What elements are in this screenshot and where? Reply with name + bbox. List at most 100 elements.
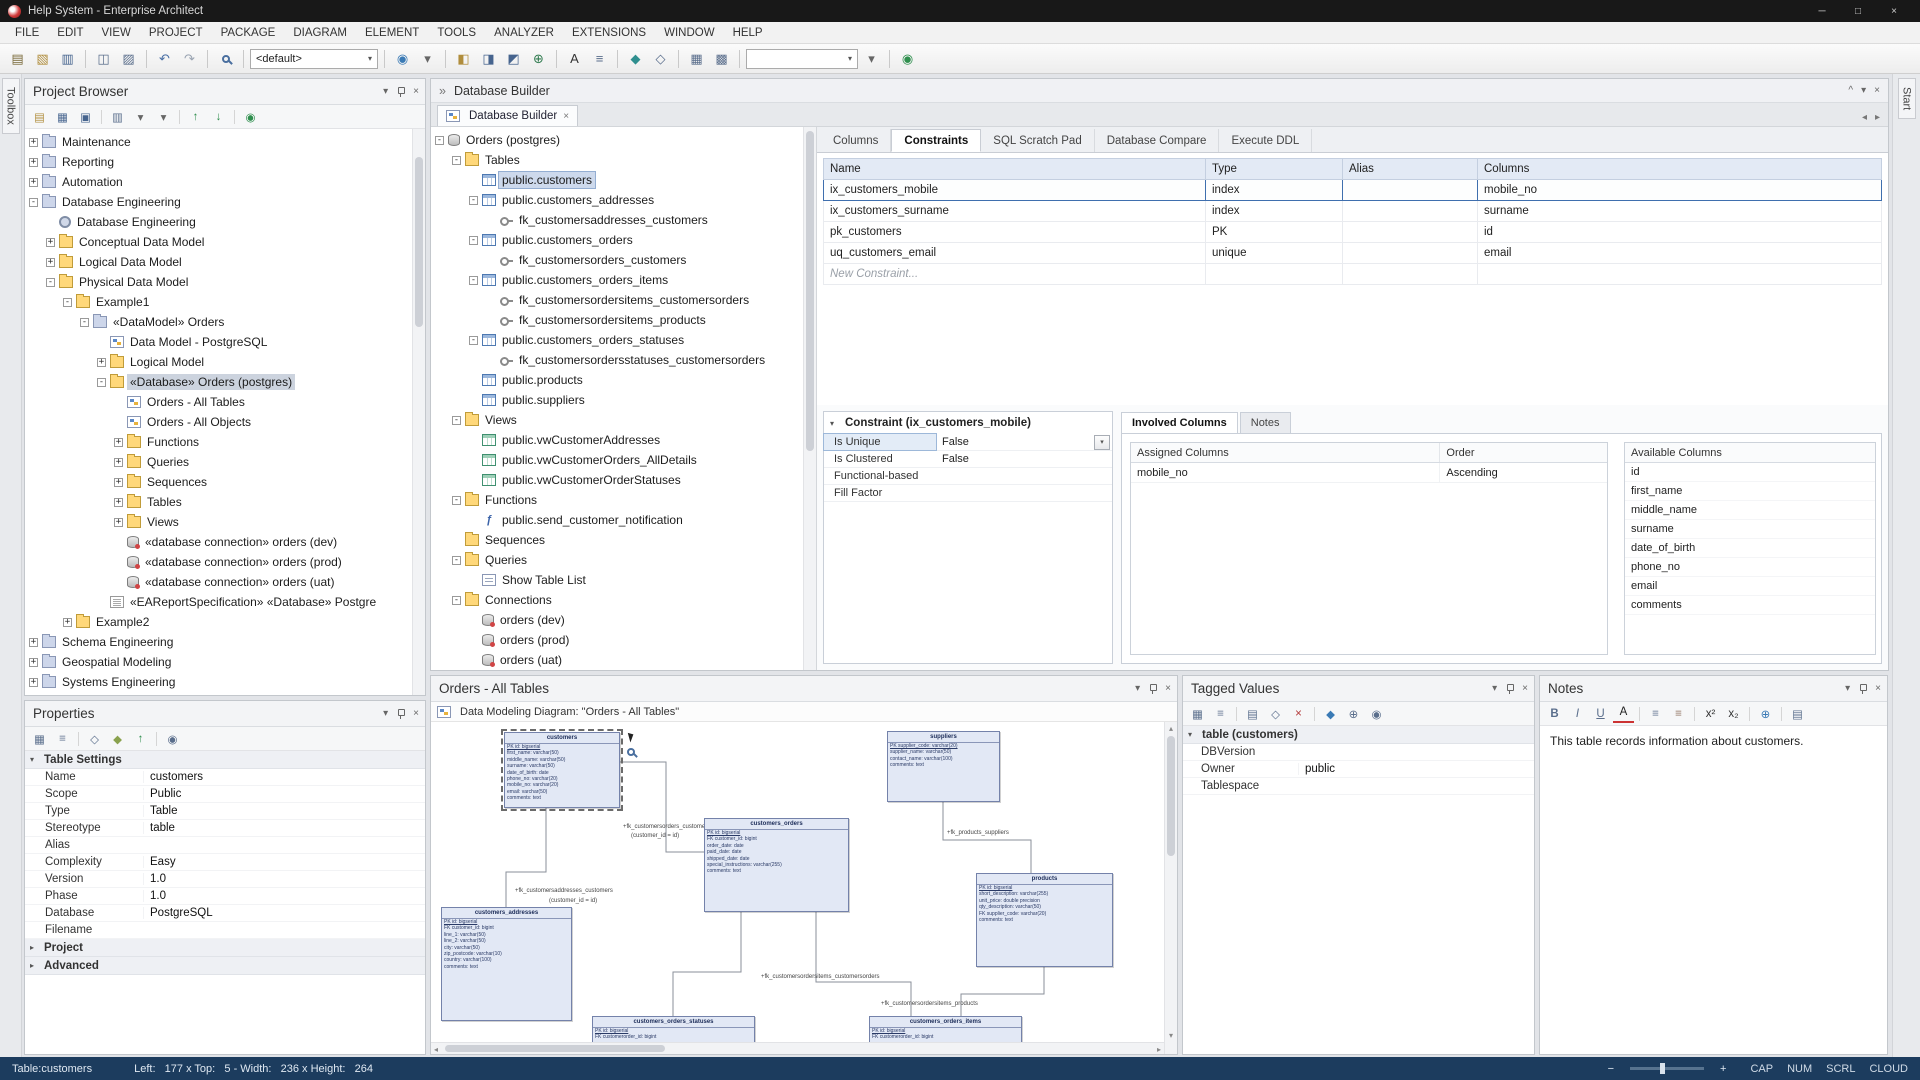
tag-help-icon[interactable]: ◉ xyxy=(1366,704,1387,723)
tree-item-public-vwcustomerorders-alldetails[interactable]: public.vwCustomerOrders_AllDetails xyxy=(431,450,816,470)
panel-close-icon[interactable]: × xyxy=(1522,683,1528,694)
property-row-phase[interactable]: Phase1.0 xyxy=(25,888,425,905)
document-generation-icon[interactable]: ▥ xyxy=(107,107,128,126)
pin-icon[interactable] xyxy=(1858,684,1867,694)
lock-element-icon[interactable]: ◆ xyxy=(107,729,128,748)
expand-icon[interactable]: + xyxy=(114,498,123,507)
new-package-icon[interactable]: ◧ xyxy=(452,48,475,70)
expand-icon[interactable]: + xyxy=(29,178,38,187)
bullet-list-icon[interactable]: ≡ xyxy=(1645,704,1666,723)
link-tag-icon[interactable]: ⊕ xyxy=(1343,704,1364,723)
tree-item-queries[interactable]: +Queries xyxy=(25,452,425,472)
pin-icon[interactable] xyxy=(396,87,405,97)
restore-defaults-icon[interactable]: ◇ xyxy=(84,729,105,748)
property-row-filename[interactable]: Filename xyxy=(25,922,425,939)
tree-item-fk-customersordersitems-products[interactable]: fk_customersordersitems_products xyxy=(431,310,816,330)
tree-item-eareportspecification-database-postgre[interactable]: «EAReportSpecification» «Database» Postg… xyxy=(25,592,425,612)
constraint-row-pk-customers[interactable]: pk_customersPKid xyxy=(824,222,1882,243)
tree-item-orders-postgres[interactable]: -Orders (postgres) xyxy=(431,130,816,150)
diagram-horizontal-scrollbar[interactable]: ◂▸ xyxy=(431,1042,1164,1054)
tree-item-public-customers-orders-items[interactable]: -public.customers_orders_items xyxy=(431,270,816,290)
property-row-version[interactable]: Version1.0 xyxy=(25,871,425,888)
expand-icon[interactable]: + xyxy=(114,518,123,527)
new-document-icon[interactable]: ▤ xyxy=(6,48,29,70)
tree-item-example2[interactable]: +Example2 xyxy=(25,612,425,632)
new-diagram-icon[interactable]: ▦ xyxy=(52,107,73,126)
menu-project[interactable]: PROJECT xyxy=(140,22,212,43)
tree-item-database-connection-orders-uat[interactable]: «database connection» orders (uat) xyxy=(25,572,425,592)
menu-diagram[interactable]: DIAGRAM xyxy=(284,22,356,43)
alphabetical-view-icon[interactable]: ≡ xyxy=(52,729,73,748)
tree-item-logical-data-model[interactable]: +Logical Data Model xyxy=(25,252,425,272)
perspective-combo[interactable]: <default>▾ xyxy=(250,49,378,69)
element-combo[interactable]: ▾ xyxy=(746,49,858,69)
assigned-column-row[interactable]: mobile_noAscending xyxy=(1131,463,1607,483)
menu-element[interactable]: ELEMENT xyxy=(356,22,428,43)
maximize-button[interactable]: □ xyxy=(1840,0,1876,22)
status-toggle-num[interactable]: NUM xyxy=(1787,1063,1812,1075)
move-down-icon[interactable]: ↓ xyxy=(208,107,229,126)
tree-item-public-send-customer-notification[interactable]: ƒpublic.send_customer_notification xyxy=(431,510,816,530)
tree-item-maintenance[interactable]: +Maintenance xyxy=(25,132,425,152)
zoom-in-icon[interactable]: + xyxy=(1720,1063,1726,1075)
collapse-icon[interactable]: - xyxy=(469,236,478,245)
column-header-columns[interactable]: Columns xyxy=(1478,159,1882,180)
collapse-icon[interactable]: - xyxy=(452,596,461,605)
tree-item-example1[interactable]: -Example1 xyxy=(25,292,425,312)
redo-icon[interactable]: ↷ xyxy=(178,48,201,70)
tree-item-reporting[interactable]: +Reporting xyxy=(25,152,425,172)
expand-icon[interactable]: + xyxy=(46,238,55,247)
tab-notes[interactable]: Notes xyxy=(1240,412,1291,433)
expand-icon[interactable]: + xyxy=(114,458,123,467)
available-column-phone-no[interactable]: phone_no xyxy=(1625,558,1875,577)
diagram-table-customers-addresses[interactable]: customers_addressesPK id: bigserialFK cu… xyxy=(441,907,572,1021)
panel-menu-icon[interactable]: ▾ xyxy=(1492,683,1497,694)
panel-close-icon[interactable]: × xyxy=(1165,683,1171,694)
tree-item-public-customers-orders-statuses[interactable]: -public.customers_orders_statuses xyxy=(431,330,816,350)
collapse-icon[interactable]: - xyxy=(452,556,461,565)
tagged-value-owner[interactable]: Ownerpublic xyxy=(1183,761,1534,778)
edit-tag-icon[interactable]: ◇ xyxy=(1265,704,1286,723)
start-tab[interactable]: Start xyxy=(1898,78,1916,119)
diagram-vertical-scrollbar[interactable]: ▴▾ xyxy=(1164,722,1177,1054)
numbered-list-icon[interactable]: ≡ xyxy=(1668,704,1689,723)
print-icon[interactable]: ▨ xyxy=(117,48,140,70)
tree-item-public-suppliers[interactable]: public.suppliers xyxy=(431,390,816,410)
property-group-project[interactable]: ▸Project xyxy=(25,939,425,957)
more-options-icon[interactable]: ▾ xyxy=(416,48,439,70)
tree-item-orders-all-tables[interactable]: Orders - All Tables xyxy=(25,392,425,412)
open-project-icon[interactable]: ▧ xyxy=(31,48,54,70)
tree-item-logical-model[interactable]: +Logical Model xyxy=(25,352,425,372)
property-group-table-settings[interactable]: ▾Table Settings xyxy=(25,751,425,769)
collapse-icon[interactable]: - xyxy=(469,196,478,205)
tab-execute-ddl[interactable]: Execute DDL xyxy=(1219,129,1312,152)
database-tree-scrollbar[interactable] xyxy=(803,127,816,670)
tree-item-sequences[interactable]: Sequences xyxy=(431,530,816,550)
expand-icon[interactable]: + xyxy=(97,358,106,367)
menu-help[interactable]: HELP xyxy=(724,22,772,43)
constraint-property-is-unique[interactable]: Is UniqueFalse▾ xyxy=(824,434,1112,451)
expand-icon[interactable]: + xyxy=(114,478,123,487)
available-column-id[interactable]: id xyxy=(1625,463,1875,482)
collapse-icon[interactable]: - xyxy=(469,276,478,285)
tree-item-show-table-list[interactable]: Show Table List xyxy=(431,570,816,590)
expand-icon[interactable]: + xyxy=(29,638,38,647)
diagram-table-customers[interactable]: customersPK id: bigserialfirst_name: var… xyxy=(504,732,620,808)
new-element-icon[interactable]: ◩ xyxy=(502,48,525,70)
save-icon[interactable]: ▥ xyxy=(56,48,79,70)
status-toggle-cloud[interactable]: CLOUD xyxy=(1869,1063,1908,1075)
collaborate-icon[interactable]: ◫ xyxy=(92,48,115,70)
layout-icon[interactable]: ▩ xyxy=(710,48,733,70)
diagram-table-customers-orders-items[interactable]: customers_orders_itemsPK id: bigserialFK… xyxy=(869,1016,1022,1042)
categorized-view-icon[interactable]: ▦ xyxy=(29,729,50,748)
new-tag-icon[interactable]: ▤ xyxy=(1242,704,1263,723)
tree-item-fk-customersordersstatuses-customersorders[interactable]: fk_customersordersstatuses_customersorde… xyxy=(431,350,816,370)
menu-window[interactable]: WINDOW xyxy=(655,22,723,43)
subscript-icon[interactable]: x₂ xyxy=(1723,704,1744,723)
expand-icon[interactable]: + xyxy=(29,678,38,687)
tree-item-orders-all-objects[interactable]: Orders - All Objects xyxy=(25,412,425,432)
tab-database-compare[interactable]: Database Compare xyxy=(1095,129,1220,152)
panel-menu-icon[interactable]: ▾ xyxy=(383,86,388,97)
available-column-middle-name[interactable]: middle_name xyxy=(1625,501,1875,520)
tree-item-conceptual-data-model[interactable]: +Conceptual Data Model xyxy=(25,232,425,252)
